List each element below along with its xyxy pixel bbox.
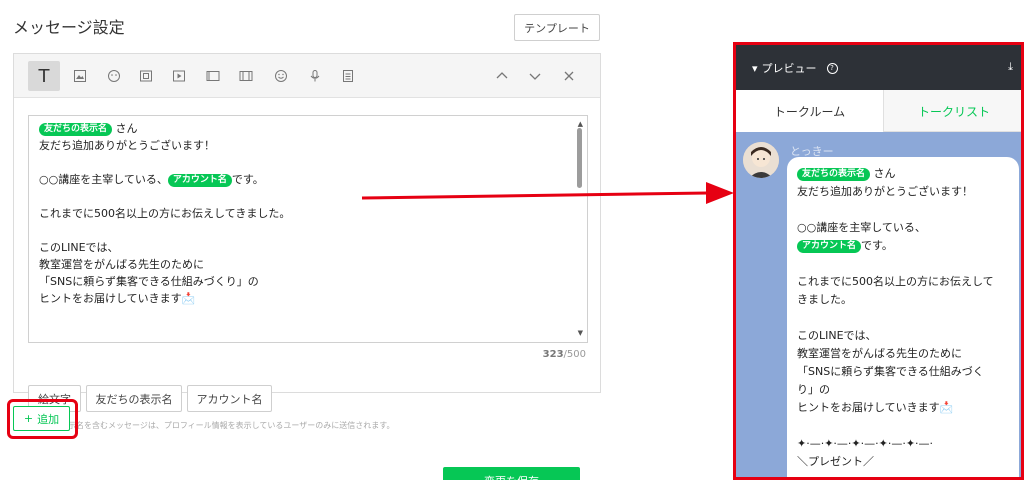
bubble-line: 教室運営をがんばる先生のために <box>797 347 962 360</box>
bubble-line: さん <box>873 167 896 180</box>
bubble-line: ✦‧—‧✦‧—‧✦‧—‧✦‧—‧✦‧—‧ <box>797 437 934 450</box>
avatar <box>743 142 779 178</box>
caret-down-icon: ▾ <box>752 61 758 75</box>
preview-header: ▾ プレビュー? ⤓ <box>736 45 1021 90</box>
bubble-line: り」の <box>797 383 830 396</box>
tab-talk-room[interactable]: トークルーム <box>736 90 884 132</box>
tab-talk-list[interactable]: トークリスト <box>884 90 1021 132</box>
bubble-line: このLINEでは、 <box>797 329 877 342</box>
bubble-line: ヒントをお届けしていきます📩 <box>797 401 954 414</box>
bubble-line: きました。 <box>797 293 852 306</box>
preview-toggle[interactable]: ▾ プレビュー? <box>752 60 838 76</box>
friend-name-tag: 友だちの表示名 <box>797 168 871 181</box>
help-icon[interactable]: ? <box>826 62 838 74</box>
bubble-line: ＼プレゼント／ <box>797 455 874 468</box>
bubble-line: です。 <box>861 239 893 252</box>
preview-title: プレビュー <box>761 62 817 75</box>
account-name-tag: アカウント名 <box>797 240 862 253</box>
download-icon[interactable]: ⤓ <box>1008 60 1013 74</box>
message-bubble: 友だちの表示名 さん 友だち追加ありがとうございます！ ○○講座を主宰している、… <box>787 157 1019 477</box>
preview-panel: ▾ プレビュー? ⤓ トークルーム トークリスト とっきー 友だちの表示名 さん … <box>733 42 1024 480</box>
bubble-line: これまでに500名以上の方にお伝えして <box>797 275 994 288</box>
bubble-line: ○○講座を主宰している、 <box>797 221 926 234</box>
preview-tabs: トークルーム トークリスト <box>736 90 1021 132</box>
bubble-line: 友だち追加ありがとうございます！ <box>797 185 973 198</box>
bubble-line: 「SNSに頼らず集客できる仕組みづく <box>797 365 984 378</box>
